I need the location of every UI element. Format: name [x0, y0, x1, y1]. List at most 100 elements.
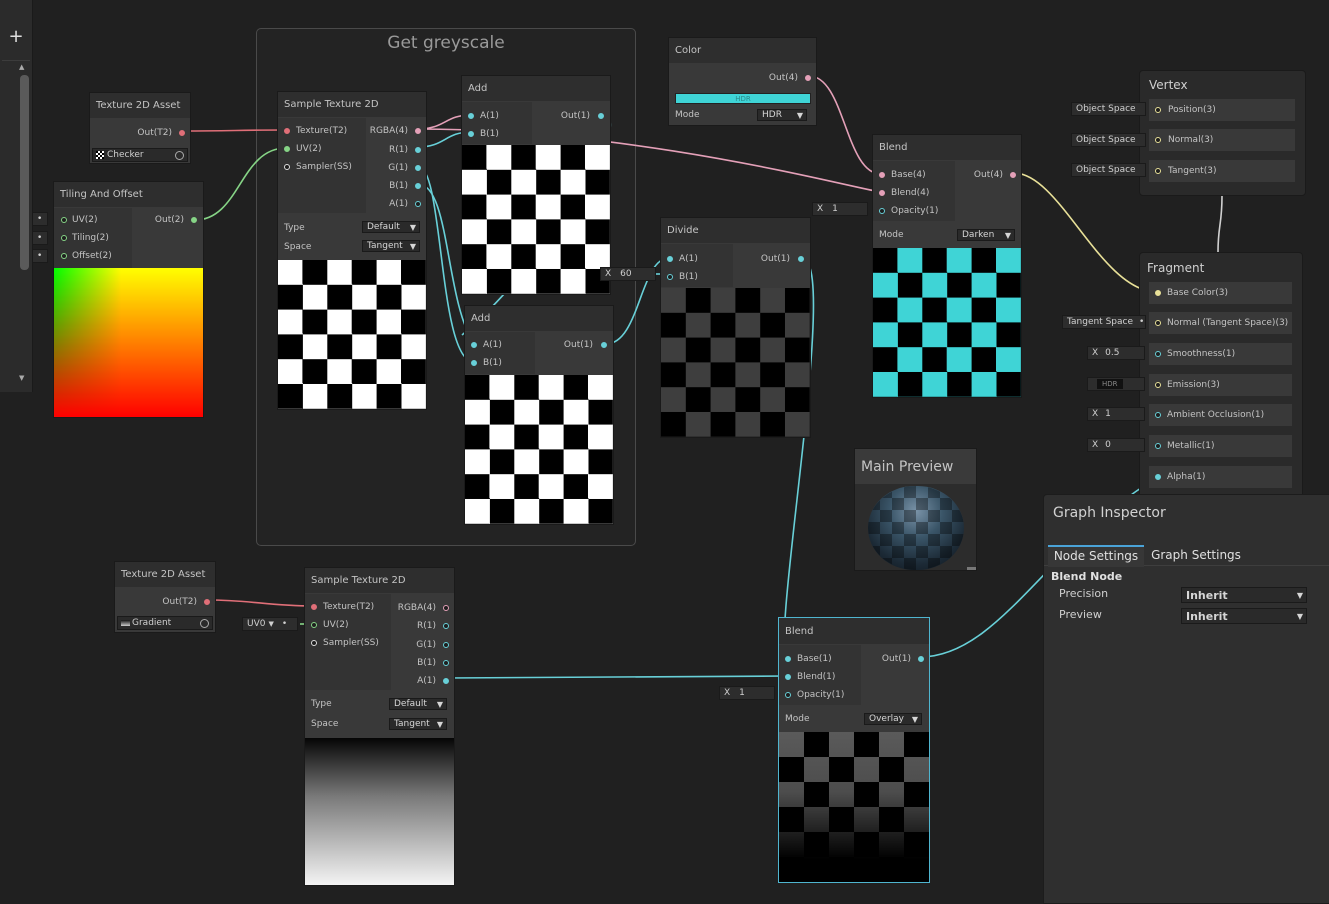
- emission-color-field[interactable]: HDR: [1087, 377, 1145, 391]
- port-dot[interactable]: [1155, 351, 1161, 357]
- texture-2d-asset-node-1[interactable]: Texture 2D Asset Out(T2) Checker: [89, 92, 191, 164]
- blend-node-1[interactable]: Blend Base(4) Blend(4) Opacity(1) Out(4)…: [872, 134, 1022, 398]
- output-port-dot[interactable]: [415, 165, 421, 171]
- input-port-dot[interactable]: [785, 692, 791, 698]
- texture-field[interactable]: Gradient: [117, 616, 213, 630]
- ambient-occlusion-field[interactable]: X1: [1087, 407, 1145, 421]
- fragment-port-row[interactable]: Base Color(3): [1149, 282, 1292, 304]
- output-port-dot[interactable]: [415, 147, 421, 153]
- input-port-dot[interactable]: [471, 342, 477, 348]
- normal-space-chip[interactable]: Object Space: [1071, 133, 1146, 147]
- output-port-dot[interactable]: [443, 642, 449, 648]
- fragment-port-row[interactable]: Normal (Tangent Space)(3): [1149, 312, 1292, 334]
- metallic-field[interactable]: X0: [1087, 438, 1145, 452]
- out-port-dot[interactable]: [918, 656, 924, 662]
- input-port-dot[interactable]: [284, 146, 290, 152]
- input-port-dot[interactable]: [61, 217, 67, 223]
- output-port-dot[interactable]: [443, 623, 449, 629]
- input-port-dot[interactable]: [284, 128, 290, 134]
- out-port-dot[interactable]: [191, 217, 197, 223]
- input-port-dot[interactable]: [284, 164, 290, 170]
- position-space-chip[interactable]: Object Space: [1071, 102, 1146, 116]
- color-node[interactable]: Color Out(4) HDR Mode HDR ▼: [668, 37, 817, 126]
- output-port-dot[interactable]: [443, 660, 449, 666]
- type-dropdown[interactable]: Default ▼: [389, 698, 447, 710]
- preview-dropdown[interactable]: Inherit ▼: [1181, 608, 1307, 624]
- graph-inspector-panel[interactable]: Graph Inspector Node Settings Graph Sett…: [1043, 494, 1329, 904]
- port-dot[interactable]: [1155, 107, 1161, 113]
- out-port-dot[interactable]: [601, 342, 607, 348]
- output-port-dot[interactable]: [443, 678, 449, 684]
- out-port-dot[interactable]: [598, 113, 604, 119]
- fragment-port-row[interactable]: Emission(3): [1149, 374, 1292, 396]
- texture-field[interactable]: Checker: [92, 148, 188, 162]
- add-node-2[interactable]: Add A(1) B(1) Out(1): [464, 305, 614, 525]
- input-port-dot[interactable]: [667, 274, 673, 280]
- port-dot[interactable]: [1155, 290, 1161, 296]
- out-port-dot[interactable]: [204, 599, 210, 605]
- input-port-dot[interactable]: [61, 235, 67, 241]
- input-port-dot[interactable]: [468, 113, 474, 119]
- mode-dropdown[interactable]: HDR ▼: [757, 109, 807, 121]
- vertex-port-row[interactable]: Tangent(3): [1149, 160, 1295, 182]
- output-port-dot[interactable]: [443, 605, 449, 611]
- space-dropdown[interactable]: Tangent ▼: [389, 718, 447, 730]
- uv-input-chip[interactable]: •: [32, 212, 48, 226]
- out-port-dot[interactable]: [1010, 172, 1016, 178]
- input-port-dot[interactable]: [879, 190, 885, 196]
- vertex-port-row[interactable]: Position(3): [1149, 99, 1295, 121]
- output-port-dot[interactable]: [415, 201, 421, 207]
- input-port-dot[interactable]: [311, 604, 317, 610]
- tiling-and-offset-node[interactable]: Tiling And Offset UV(2) Tiling(2) Offset…: [53, 181, 204, 418]
- port-dot[interactable]: [1155, 412, 1161, 418]
- input-port-dot[interactable]: [471, 360, 477, 366]
- add-icon[interactable]: +: [0, 22, 32, 52]
- port-dot[interactable]: [1155, 137, 1161, 143]
- tiling-input-chip[interactable]: •: [32, 231, 48, 245]
- divide-b-input-field[interactable]: X 60: [600, 267, 656, 281]
- mode-dropdown[interactable]: Darken ▼: [957, 229, 1015, 241]
- vertex-port-row[interactable]: Normal(3): [1149, 129, 1295, 151]
- input-port-dot[interactable]: [468, 131, 474, 137]
- sample-texture-2d-node-1[interactable]: Sample Texture 2D Texture(T2) UV(2) Samp…: [277, 91, 427, 410]
- input-port-dot[interactable]: [61, 253, 67, 259]
- input-port-dot[interactable]: [311, 622, 317, 628]
- blend2-opacity-field[interactable]: X1: [719, 686, 775, 700]
- scroll-down-icon[interactable]: ▼: [19, 374, 24, 382]
- tangent-space-chip[interactable]: Object Space: [1071, 163, 1146, 177]
- output-port-dot[interactable]: [415, 128, 421, 134]
- out-port-dot[interactable]: [798, 256, 804, 262]
- blend-node-2[interactable]: Blend Base(1) Blend(1) Opacity(1) Out(1)…: [778, 617, 930, 883]
- fragment-port-row[interactable]: Metallic(1): [1149, 435, 1292, 457]
- main-preview-panel[interactable]: Main Preview: [854, 448, 977, 571]
- input-port-dot[interactable]: [785, 656, 791, 662]
- object-picker-icon[interactable]: [175, 151, 184, 160]
- fragment-port-row[interactable]: Ambient Occlusion(1): [1149, 404, 1292, 426]
- normal-space-chip[interactable]: Tangent Space •: [1062, 315, 1146, 329]
- port-dot[interactable]: [1155, 168, 1161, 174]
- resize-handle[interactable]: [967, 567, 976, 570]
- input-port-dot[interactable]: [667, 256, 673, 262]
- input-port-dot[interactable]: [311, 640, 317, 646]
- sample-texture-2d-node-2[interactable]: Sample Texture 2D Texture(T2) UV(2) Samp…: [304, 567, 455, 886]
- type-dropdown[interactable]: Default ▼: [362, 221, 420, 233]
- output-port-dot[interactable]: [415, 183, 421, 189]
- port-dot[interactable]: [1155, 382, 1161, 388]
- port-dot[interactable]: [1155, 474, 1161, 480]
- port-dot[interactable]: [1155, 443, 1161, 449]
- object-picker-icon[interactable]: [200, 619, 209, 628]
- input-port-dot[interactable]: [879, 172, 885, 178]
- tab-graph-settings[interactable]: Graph Settings: [1148, 545, 1244, 565]
- vertex-master-block[interactable]: Vertex Position(3) Normal(3) Tangent(3): [1139, 70, 1306, 196]
- divide-node[interactable]: Divide A(1) B(1) Out(1): [660, 217, 811, 438]
- space-dropdown[interactable]: Tangent ▼: [362, 240, 420, 252]
- out-port-dot[interactable]: [179, 130, 185, 136]
- fragment-port-row[interactable]: Smoothness(1): [1149, 343, 1292, 365]
- scrollbar-thumb[interactable]: [20, 75, 29, 270]
- input-port-dot[interactable]: [879, 208, 885, 214]
- texture-2d-asset-node-2[interactable]: Texture 2D Asset Out(T2) Gradient: [114, 561, 216, 633]
- fragment-port-row[interactable]: Alpha(1): [1149, 466, 1292, 488]
- tab-node-settings[interactable]: Node Settings: [1048, 545, 1144, 567]
- mode-dropdown[interactable]: Overlay ▼: [864, 713, 922, 725]
- precision-dropdown[interactable]: Inherit ▼: [1181, 587, 1307, 603]
